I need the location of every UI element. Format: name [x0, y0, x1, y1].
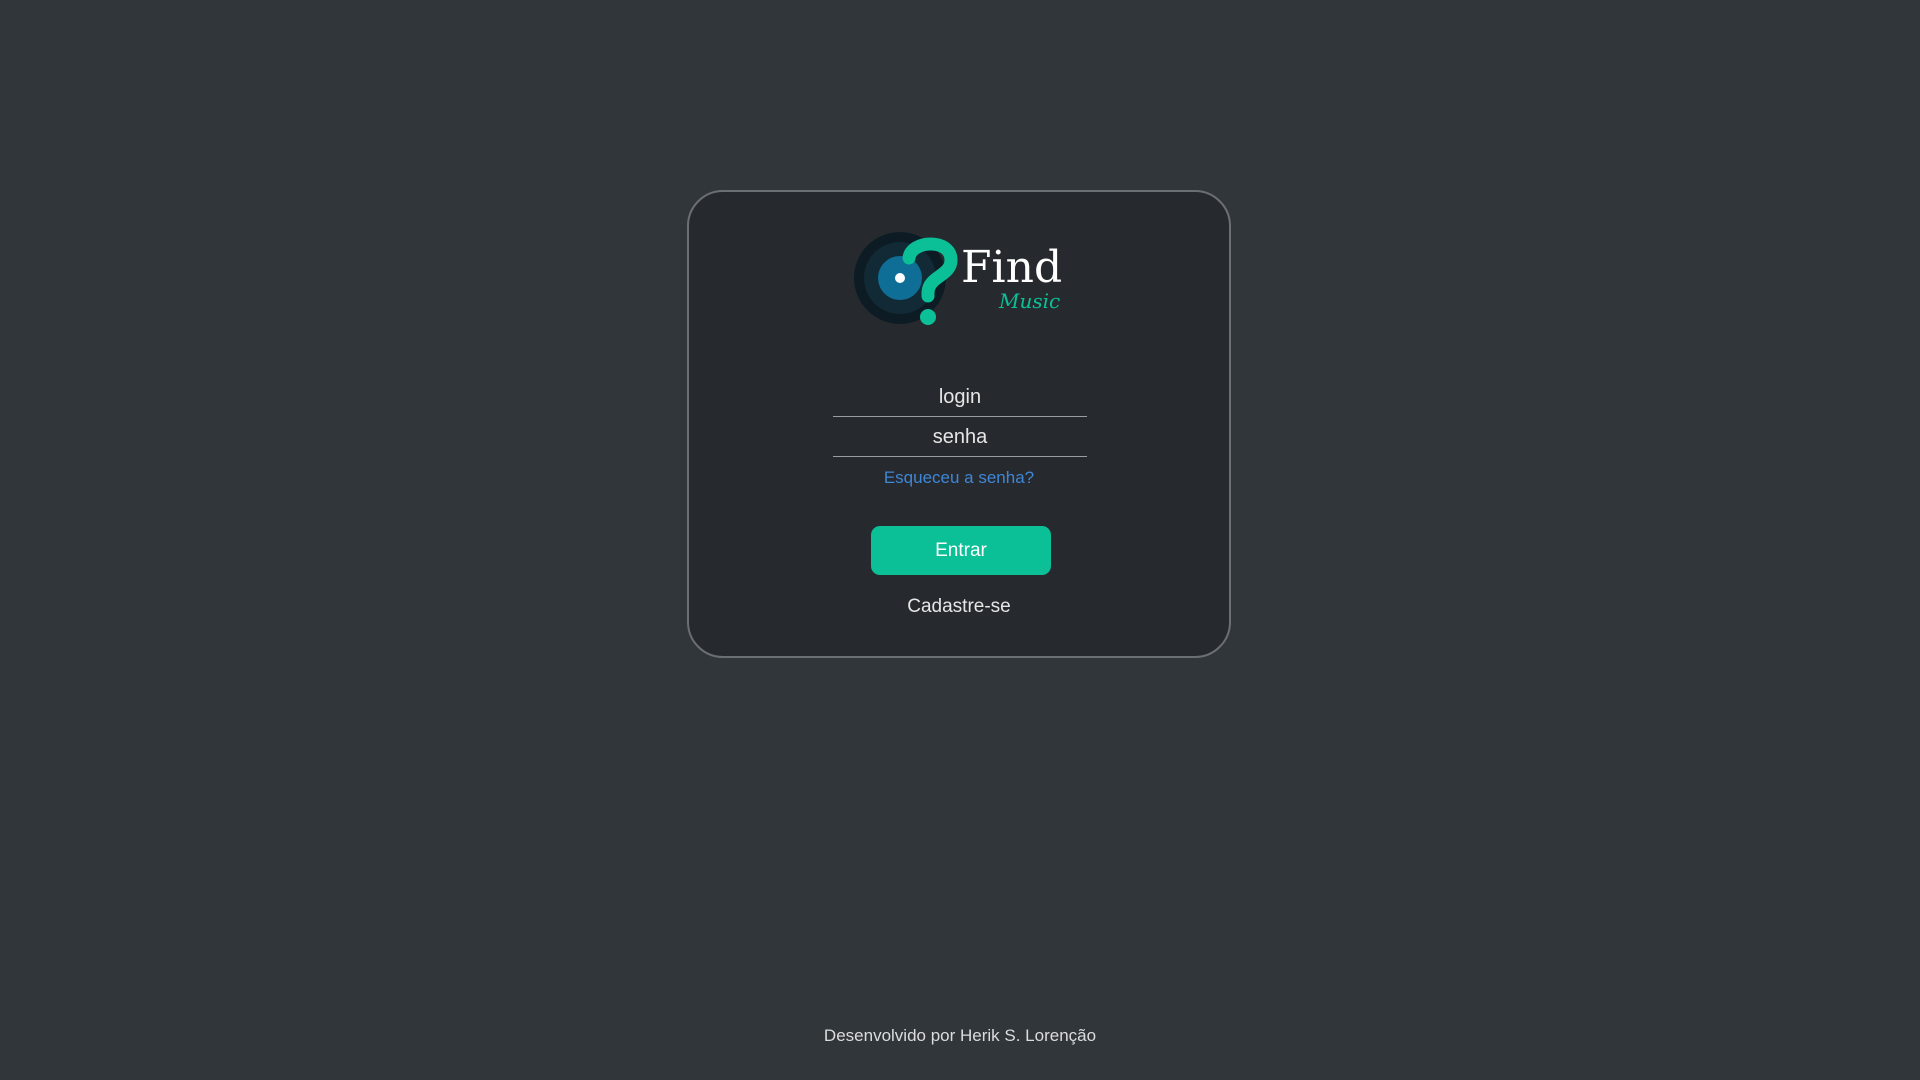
signup-link[interactable]: Cadastre-se — [689, 596, 1229, 618]
login-button[interactable]: Entrar — [871, 526, 1051, 575]
logo-subtitle: Music — [998, 289, 1060, 313]
password-input[interactable] — [833, 422, 1087, 457]
login-page: Find Music Esqueceu a senha? Entrar Cada… — [0, 0, 1920, 1080]
login-card: Find Music Esqueceu a senha? Entrar Cada… — [687, 190, 1231, 658]
login-input[interactable] — [833, 382, 1087, 417]
forgot-password-link[interactable]: Esqueceu a senha? — [689, 468, 1229, 488]
footer-credit: Desenvolvido por Herik S. Lorenção — [823, 1026, 1097, 1045]
vinyl-question-mark-logo-icon: Find Music — [854, 232, 1062, 325]
find-music-logo: Find Music — [853, 230, 1073, 330]
logo-title: Find — [961, 242, 1062, 293]
